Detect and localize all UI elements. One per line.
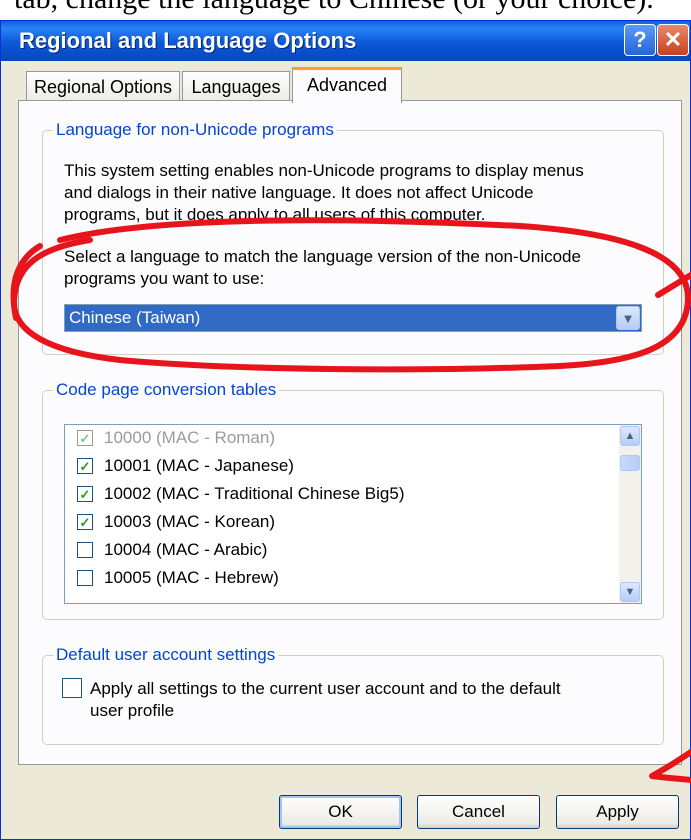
apply-default-user-label-line-2: user profile bbox=[90, 701, 175, 720]
list-item[interactable]: ✓ 10003 (MAC - Korean) bbox=[77, 509, 275, 535]
chevron-down-icon: ▼ bbox=[624, 586, 636, 598]
scroll-up-button[interactable]: ▲ bbox=[620, 426, 640, 446]
list-item-label: 10005 (MAC - Hebrew) bbox=[104, 568, 279, 587]
apply-default-user-checkbox[interactable] bbox=[62, 678, 82, 698]
instruction-caption: tab, change the language to Chinese (or … bbox=[0, 0, 691, 19]
help-button[interactable]: ? bbox=[624, 24, 656, 56]
tab-regional-options[interactable]: Regional Options bbox=[26, 71, 180, 101]
default-user-legend: Default user account settings bbox=[53, 644, 279, 666]
non-unicode-description-line-1: This system setting enables non-Unicode … bbox=[64, 161, 584, 180]
checkbox[interactable] bbox=[77, 542, 93, 558]
scroll-thumb[interactable] bbox=[620, 455, 640, 471]
window-title: Regional and Language Options bbox=[19, 28, 357, 53]
cancel-button[interactable]: Cancel bbox=[417, 795, 540, 829]
language-select[interactable]: Chinese (Taiwan) ▼ bbox=[64, 304, 642, 332]
apply-default-user-label-line-1: Apply all settings to the current user a… bbox=[90, 679, 561, 698]
close-icon: ✕ bbox=[663, 27, 683, 52]
list-item[interactable]: ✓ 10001 (MAC - Japanese) bbox=[77, 453, 294, 479]
list-item-label: 10000 (MAC - Roman) bbox=[104, 428, 276, 447]
non-unicode-description-line-3: programs, but it does apply to all users… bbox=[64, 205, 486, 224]
checkbox[interactable]: ✓ bbox=[77, 458, 93, 474]
ok-button[interactable]: OK bbox=[279, 795, 402, 829]
tab-advanced[interactable]: Advanced bbox=[292, 67, 402, 103]
checkbox[interactable] bbox=[77, 570, 93, 586]
code-page-legend: Code page conversion tables bbox=[53, 379, 280, 401]
non-unicode-description-line-2: and dialogs in their native language. It… bbox=[64, 183, 534, 202]
chevron-down-icon: ▼ bbox=[621, 310, 635, 326]
scroll-down-button[interactable]: ▼ bbox=[620, 582, 640, 602]
help-icon: ? bbox=[633, 27, 647, 52]
list-item[interactable]: ✓ 10002 (MAC - Traditional Chinese Big5) bbox=[77, 481, 404, 507]
close-button[interactable]: ✕ bbox=[657, 24, 689, 56]
checkbox[interactable]: ✓ bbox=[77, 514, 93, 530]
list-item-label: 10004 (MAC - Arabic) bbox=[104, 540, 268, 559]
list-item-label: 10003 (MAC - Korean) bbox=[104, 512, 276, 531]
tab-languages[interactable]: Languages bbox=[182, 71, 290, 101]
language-select-value: Chinese (Taiwan) bbox=[69, 308, 201, 327]
title-bar[interactable]: Regional and Language Options ? ✕ bbox=[1, 21, 690, 61]
list-item-label: 10001 (MAC - Japanese) bbox=[104, 456, 294, 475]
list-item[interactable]: ✓ 10000 (MAC - Roman) bbox=[77, 425, 275, 451]
language-select-dropdown-button[interactable]: ▼ bbox=[616, 306, 640, 330]
list-scrollbar[interactable]: ▲ ▼ bbox=[619, 425, 641, 603]
select-prompt-line-2: programs you want to use: bbox=[64, 269, 265, 288]
list-item-label: 10002 (MAC - Traditional Chinese Big5) bbox=[104, 484, 405, 503]
apply-button[interactable]: Apply bbox=[556, 795, 679, 829]
chevron-up-icon: ▲ bbox=[624, 430, 636, 442]
checkbox[interactable]: ✓ bbox=[77, 486, 93, 502]
non-unicode-legend: Language for non-Unicode programs bbox=[53, 119, 337, 141]
list-item[interactable]: 10005 (MAC - Hebrew) bbox=[77, 565, 279, 591]
select-prompt-line-1: Select a language to match the language … bbox=[64, 247, 581, 266]
code-page-list[interactable]: ✓ 10000 (MAC - Roman) ✓ 10001 (MAC - Jap… bbox=[64, 424, 642, 604]
list-item[interactable]: 10004 (MAC - Arabic) bbox=[77, 537, 267, 563]
checkbox[interactable]: ✓ bbox=[77, 430, 93, 446]
